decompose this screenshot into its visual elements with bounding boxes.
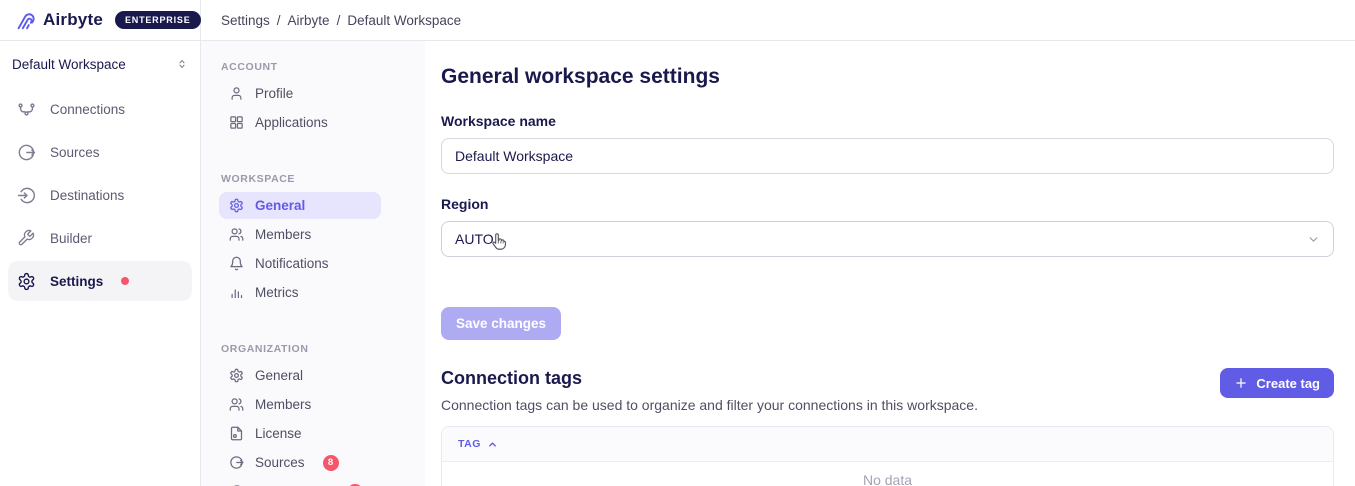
airbyte-logo[interactable]: Airbyte (14, 9, 103, 31)
connection-tags-header: Connection tags Connection tags can be u… (441, 368, 1334, 413)
topbar-brand-area: Airbyte ENTERPRISE (0, 0, 201, 40)
workspace-name-input[interactable] (441, 138, 1334, 174)
subnav-item-org-general[interactable]: General (219, 362, 381, 389)
bar-chart-icon (228, 285, 244, 301)
section-title-organization: ORGANIZATION (221, 343, 381, 355)
connection-tags-text: Connection tags Connection tags can be u… (441, 368, 978, 413)
sidebar-item-sources[interactable]: Sources (8, 132, 192, 172)
user-icon (228, 86, 244, 102)
subnav-item-label: Sources (255, 455, 305, 470)
subnav-item-workspace-general[interactable]: General (219, 192, 381, 219)
sidebar-item-connections[interactable]: Connections (8, 89, 192, 129)
region-field: Region AUTO (441, 196, 1334, 257)
organization-section: General Members (219, 362, 381, 486)
workspace-section: General Members (219, 192, 381, 306)
subnav-item-label: License (255, 426, 302, 441)
sidebar-item-builder[interactable]: Builder (8, 218, 192, 258)
subnav-item-label: Notifications (255, 256, 329, 271)
subnav-item-profile[interactable]: Profile (219, 80, 381, 107)
subnav-item-license[interactable]: License (219, 420, 381, 447)
sidebar-item-label: Connections (50, 102, 125, 117)
settings-notification-dot (121, 277, 129, 285)
plus-icon (1234, 376, 1248, 390)
create-tag-label: Create tag (1256, 376, 1320, 391)
main-content: General workspace settings Workspace nam… (425, 41, 1355, 486)
breadcrumb-airbyte[interactable]: Airbyte (288, 13, 330, 28)
sidebar-item-label: Settings (50, 274, 103, 289)
connection-tags-description: Connection tags can be used to organize … (441, 397, 978, 413)
sidebar-item-label: Destinations (50, 188, 124, 203)
breadcrumb-settings[interactable]: Settings (221, 13, 270, 28)
sources-count-badge: 8 (323, 455, 339, 471)
gear-icon (228, 198, 244, 214)
brand-name: Airbyte (43, 10, 103, 30)
breadcrumb-default-workspace[interactable]: Default Workspace (347, 13, 461, 28)
settings-subnav: ACCOUNT Profile (201, 41, 425, 486)
connection-tags-table: TAG No data (441, 426, 1334, 486)
tag-column-header[interactable]: TAG (442, 427, 1333, 462)
sidebar-item-label: Builder (50, 231, 92, 246)
subnav-item-label: Members (255, 227, 311, 242)
subnav-item-notifications[interactable]: Notifications (219, 250, 381, 277)
create-tag-button[interactable]: Create tag (1220, 368, 1334, 398)
airbyte-logo-icon (14, 9, 36, 31)
breadcrumb-separator: / (337, 13, 341, 28)
subnav-item-metrics[interactable]: Metrics (219, 279, 381, 306)
workspace-name-label: Workspace name (441, 113, 1334, 129)
chevron-down-icon (1307, 233, 1320, 246)
tag-column-label: TAG (458, 438, 481, 450)
section-title-workspace: WORKSPACE (221, 173, 381, 185)
subnav-item-org-members[interactable]: Members (219, 391, 381, 418)
source-icon (16, 142, 36, 162)
subnav-item-label: Applications (255, 115, 328, 130)
grid-icon (228, 115, 244, 131)
sort-ascending-icon (487, 439, 498, 450)
region-label: Region (441, 196, 1334, 212)
subnav-item-workspace-members[interactable]: Members (219, 221, 381, 248)
subnav-item-label: Metrics (255, 285, 299, 300)
region-selected-value: AUTO (455, 231, 494, 247)
region-select[interactable]: AUTO (441, 221, 1334, 257)
subnav-item-org-destinations[interactable]: Destinations 4 (219, 478, 381, 486)
sidebar-item-settings[interactable]: Settings (8, 261, 192, 301)
users-icon (228, 227, 244, 243)
wrench-icon (16, 228, 36, 248)
account-section: Profile Applications (219, 80, 381, 136)
source-icon (228, 455, 244, 471)
breadcrumb-separator: / (277, 13, 281, 28)
save-changes-button[interactable]: Save changes (441, 307, 561, 340)
main-sidebar: Default Workspace Connections (0, 41, 201, 486)
users-icon (228, 397, 244, 413)
page-title: General workspace settings (441, 65, 1334, 89)
subnav-item-label: Profile (255, 86, 293, 101)
sidebar-item-label: Sources (50, 145, 100, 160)
gear-icon (228, 368, 244, 384)
chevrons-updown-icon (176, 58, 188, 70)
sidebar-nav: Connections Sources (0, 89, 200, 301)
app-window: Airbyte ENTERPRISE Settings / Airbyte / … (0, 0, 1355, 486)
connection-tags-title: Connection tags (441, 368, 978, 389)
section-title-account: ACCOUNT (221, 61, 381, 73)
topbar: Airbyte ENTERPRISE Settings / Airbyte / … (0, 0, 1355, 41)
subnav-item-applications[interactable]: Applications (219, 109, 381, 136)
bell-icon (228, 256, 244, 272)
subnav-item-org-sources[interactable]: Sources 8 (219, 449, 381, 476)
connections-icon (16, 99, 36, 119)
table-empty-state: No data (442, 462, 1333, 486)
gear-icon (16, 271, 36, 291)
sidebar-item-destinations[interactable]: Destinations (8, 175, 192, 215)
breadcrumb: Settings / Airbyte / Default Workspace (201, 0, 461, 40)
workspace-switcher[interactable]: Default Workspace (0, 51, 200, 77)
workspace-name-field: Workspace name (441, 113, 1334, 174)
workspace-switcher-label: Default Workspace (12, 57, 126, 72)
license-file-icon (228, 426, 244, 442)
subnav-item-label: General (255, 368, 303, 383)
destination-icon (16, 185, 36, 205)
enterprise-badge: ENTERPRISE (115, 11, 201, 29)
subnav-item-label: General (255, 198, 305, 213)
subnav-item-label: Members (255, 397, 311, 412)
